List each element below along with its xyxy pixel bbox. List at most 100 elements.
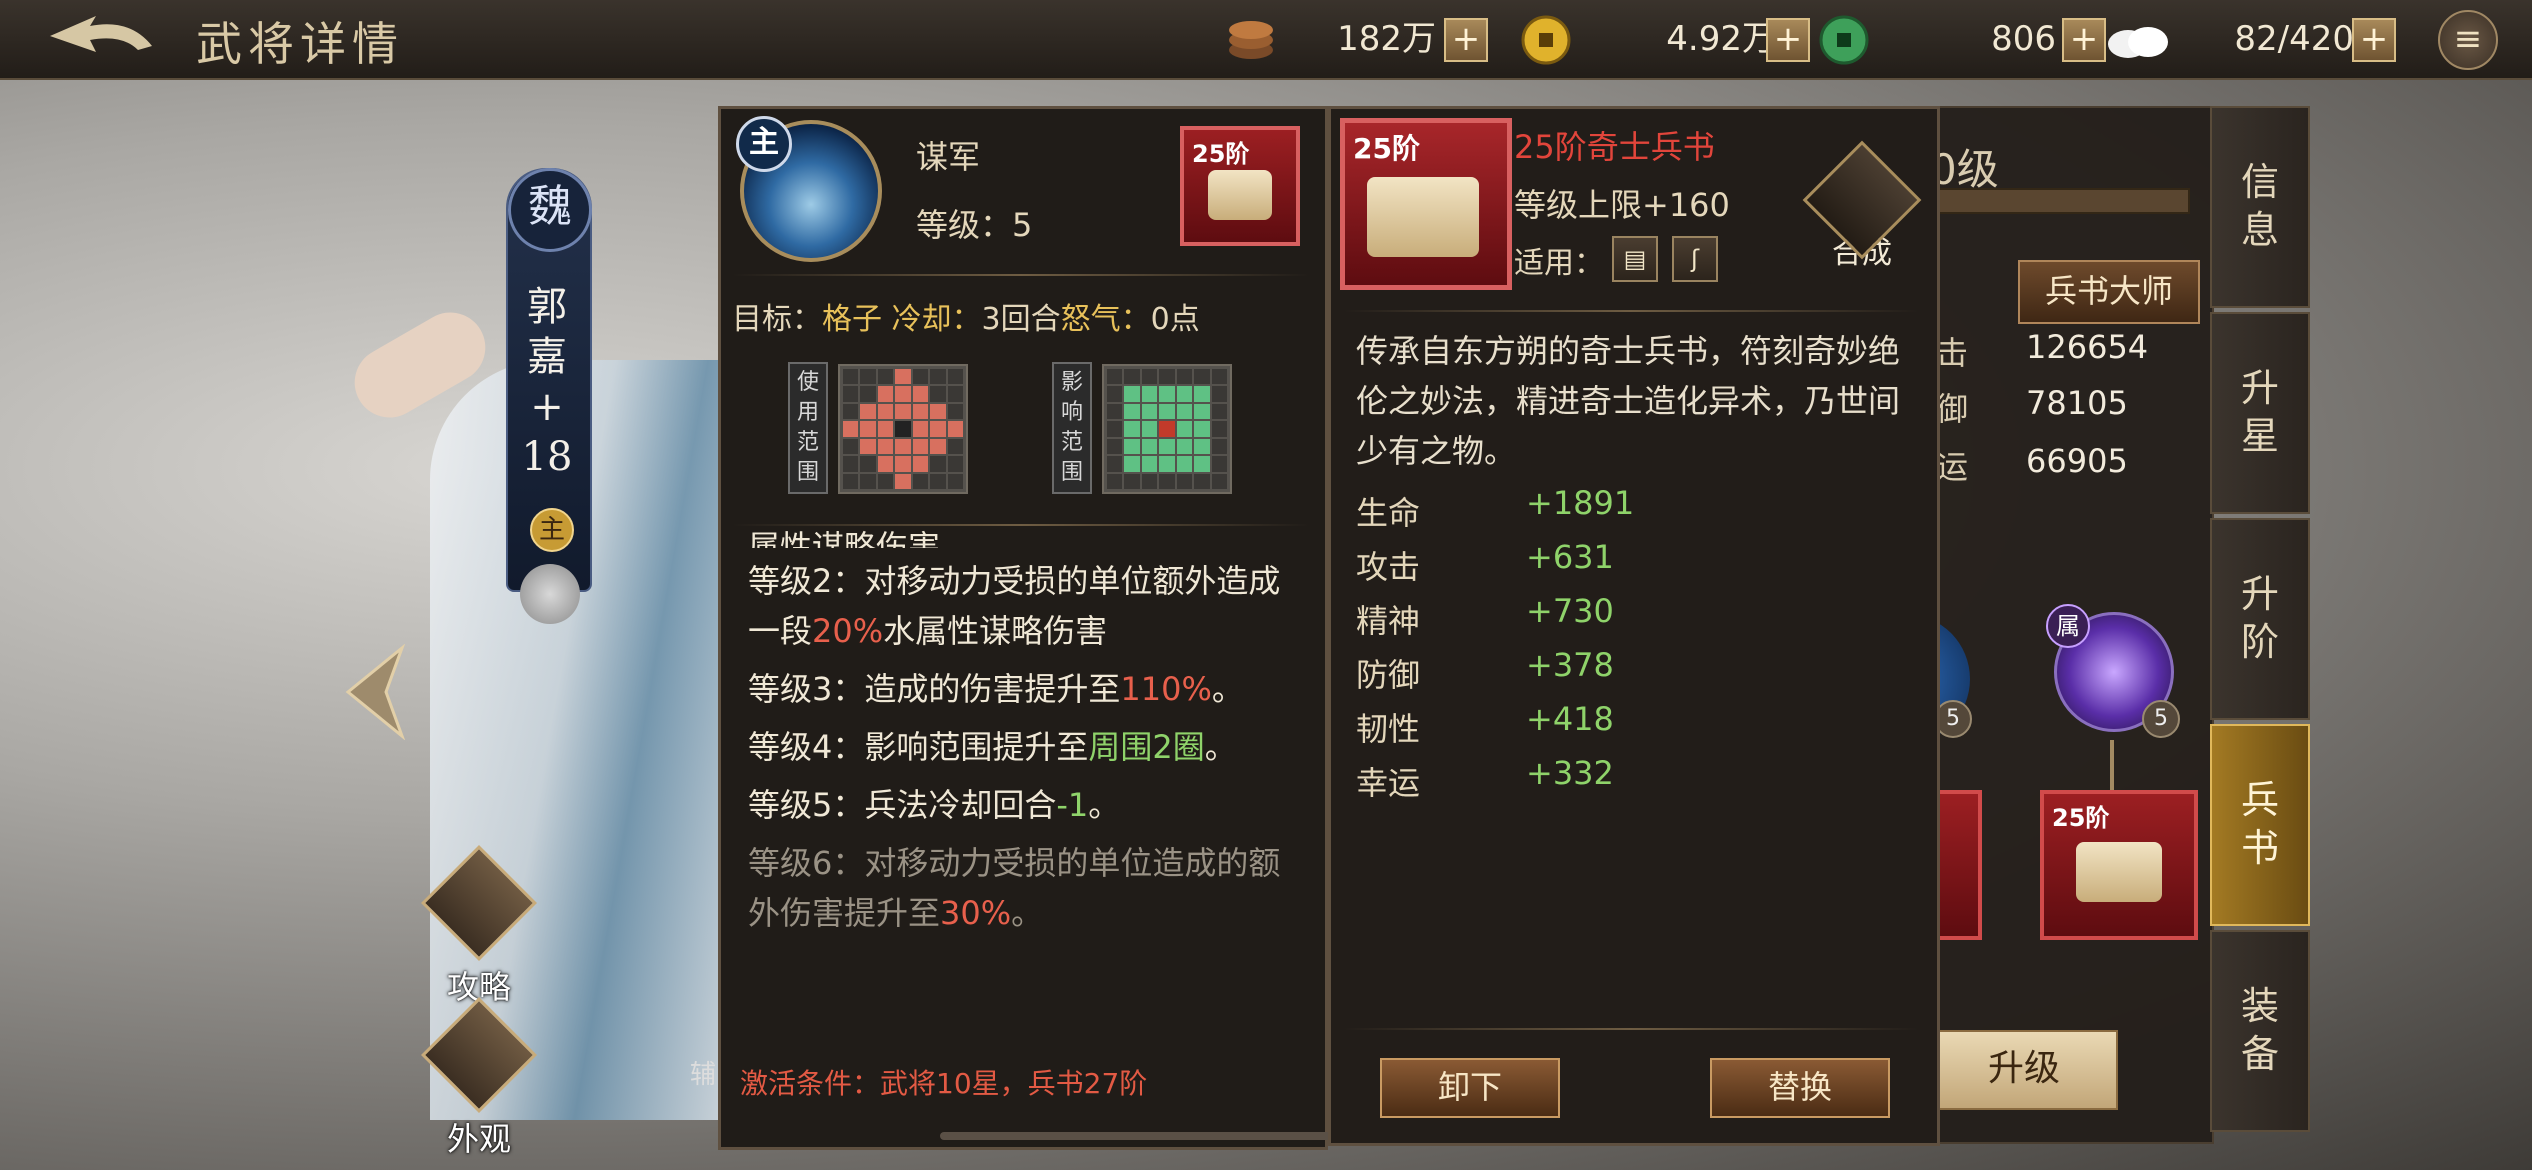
range-cell (947, 386, 963, 402)
range-cell (1124, 421, 1140, 437)
effect-range-label: 影响范围 (1052, 362, 1092, 494)
range-cell (843, 456, 859, 472)
strategy-guide-button[interactable]: 攻略 (421, 845, 537, 1008)
skill-level: 等级：5 (916, 206, 1033, 244)
range-cell (860, 456, 876, 472)
range-cell (1124, 369, 1140, 385)
range-cell (1159, 403, 1175, 420)
stat-attack: 击 126654 (1936, 328, 2149, 372)
unload-button[interactable]: 卸下 (1380, 1058, 1560, 1118)
range-cell (1141, 473, 1158, 489)
range-cell (843, 438, 859, 455)
stat-attack: 攻击 +631 (1356, 538, 1614, 586)
attribute-tag: 属 (2046, 604, 2090, 648)
upgrade-button[interactable]: 升级 (1930, 1030, 2118, 1110)
range-cell (912, 386, 929, 402)
appearance-button[interactable]: 外观 (421, 997, 537, 1160)
range-cell (1211, 456, 1227, 472)
add-coins-button[interactable]: + (1444, 18, 1488, 62)
range-cell (1141, 456, 1158, 472)
range-cell (895, 456, 911, 472)
book-large-icon: 25阶 (1340, 118, 1512, 290)
range-cell (912, 438, 929, 455)
tab-military-book[interactable]: 兵书 (2210, 724, 2310, 926)
range-cell (1176, 473, 1193, 489)
range-cell (843, 403, 859, 420)
food-value: 82/420 (2234, 19, 2354, 59)
previous-hero-button[interactable] (340, 643, 412, 741)
skill-name: 谋军 (916, 138, 981, 176)
range-cell (1141, 438, 1158, 455)
range-cell (1107, 386, 1123, 402)
tab-equipment[interactable]: 装备 (2210, 930, 2310, 1132)
add-jade-button[interactable]: + (2062, 18, 2106, 62)
range-cell (877, 421, 894, 437)
back-button[interactable] (40, 12, 160, 66)
replace-button[interactable]: 替换 (1710, 1058, 1890, 1118)
range-cell (1124, 386, 1140, 402)
range-cell (930, 438, 946, 455)
range-cell (1194, 438, 1210, 455)
range-cell (1141, 403, 1158, 420)
range-cell (877, 473, 894, 489)
range-cell (1211, 369, 1227, 385)
range-cell (930, 369, 946, 385)
range-cell (877, 386, 894, 402)
range-cell (1159, 369, 1175, 385)
divider (1344, 310, 1918, 312)
coins-value: 182万 (1337, 19, 1436, 59)
level-3-effect: 等级3：造成的伤害提升至110%。 (748, 670, 1244, 708)
resource-gold: 4.92万 + (1520, 15, 1810, 65)
range-cell (1211, 403, 1227, 420)
range-cell (912, 403, 929, 420)
tab-info[interactable]: 信息 (2210, 106, 2310, 308)
range-cell (895, 369, 911, 385)
range-cell (860, 438, 876, 455)
range-cell (843, 473, 859, 489)
range-cell (947, 438, 963, 455)
tab-rank-up[interactable]: 升阶 (2210, 518, 2310, 720)
range-cell (947, 421, 963, 437)
left-arrow-icon (345, 643, 406, 741)
skill-target-info: 目标：格子 冷却：3回合怒气：0点 (732, 302, 1200, 337)
resource-food: 82/420 + (2106, 16, 2396, 62)
range-cell (1141, 369, 1158, 385)
divider (1344, 1028, 1918, 1030)
level-6-effect: 等级6：对移动力受损的单位造成的额外伤害提升至30%。 (748, 844, 1281, 932)
jade-coin-icon (1819, 15, 1869, 65)
skill-book-thumbnail: 25阶 (1180, 126, 1300, 246)
range-cell (877, 456, 894, 472)
range-cell (1107, 369, 1123, 385)
book-title: 25阶奇士兵书 (1514, 128, 1715, 166)
page-title: 武将详情 (196, 17, 404, 71)
range-cell (1211, 421, 1227, 437)
stat-toughness: 韧性 +418 (1356, 700, 1614, 748)
book-type-icon: ▤ (1612, 236, 1658, 282)
book-card-2[interactable]: 25阶 (2040, 790, 2198, 940)
range-cell (1176, 421, 1193, 437)
book-master-button[interactable]: 兵书大师 (2018, 260, 2200, 324)
range-cell (860, 421, 876, 437)
slot-connector (2110, 740, 2114, 790)
range-cell (895, 403, 911, 420)
tab-star-up[interactable]: 升星 (2210, 312, 2310, 514)
add-food-button[interactable]: + (2352, 18, 2396, 62)
skill-description[interactable]: 属性谋略伤害。 等级2：对移动力受损的单位额外造成一段20%水属性谋略伤害 等级… (748, 528, 1298, 946)
range-cell (1107, 403, 1123, 420)
effect-range-grid (1102, 364, 1232, 494)
faction-emblem: 魏 (508, 168, 592, 252)
main-hero-badge: 主 (530, 508, 574, 552)
range-cell (1211, 386, 1227, 402)
range-cell (843, 386, 859, 402)
book-scroll-icon (1367, 177, 1479, 257)
add-gold-button[interactable]: + (1766, 18, 1810, 62)
resource-jade: 806 + (1818, 15, 2106, 65)
range-cell (947, 403, 963, 420)
combine-button[interactable]: 合成 (1802, 140, 1922, 280)
range-cell (860, 386, 876, 402)
range-cell (947, 369, 963, 385)
range-cell (1107, 438, 1123, 455)
range-cell (1211, 473, 1227, 489)
menu-button[interactable]: ≡ (2438, 10, 2498, 70)
range-cell (860, 369, 876, 385)
